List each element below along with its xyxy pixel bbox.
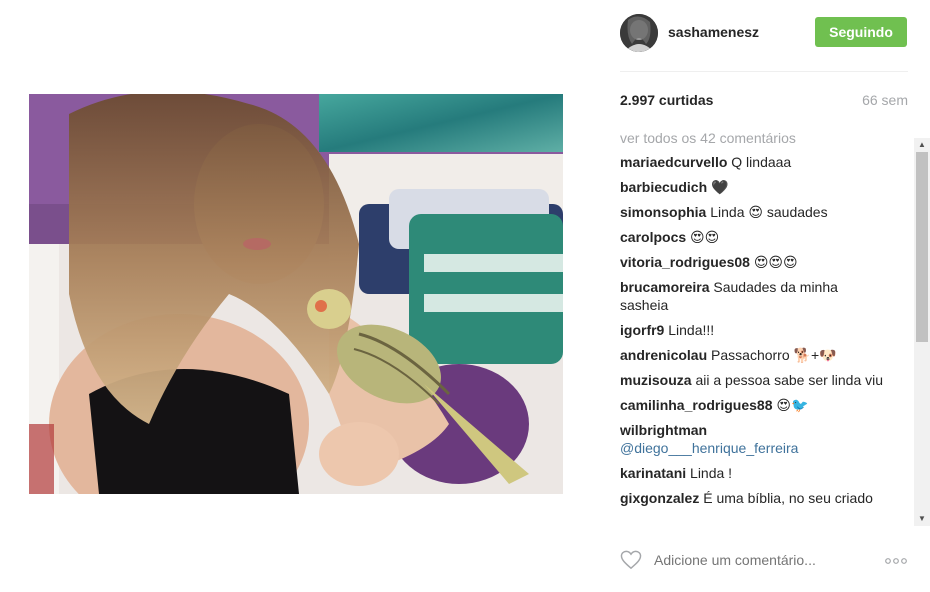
comment-username[interactable]: camilinha_rodrigues88 bbox=[620, 397, 773, 413]
comment-text: Linda 😍 saudades bbox=[710, 204, 828, 220]
comment-text: É uma bíblia, no seu criado bbox=[703, 490, 873, 506]
comment-text: Q lindaaa bbox=[731, 154, 792, 170]
post-timestamp[interactable]: 66 sem bbox=[862, 92, 908, 108]
comment-item: muzisouza aii a pessoa sabe ser linda vi… bbox=[620, 371, 888, 389]
comment-item: simonsophia Linda 😍 saudades bbox=[620, 203, 888, 221]
comment-item: gixgonzalez É uma bíblia, no seu criado bbox=[620, 489, 888, 507]
comment-item: vitoria_rodrigues08 😍😍😍 bbox=[620, 253, 888, 271]
comment-mention[interactable]: @diego___henrique_ferreira bbox=[620, 440, 798, 456]
username-link[interactable]: sashamenesz bbox=[668, 24, 759, 40]
comment-text: Passachorro 🐕+🐶 bbox=[711, 347, 837, 363]
comment-item: karinatani Linda ! bbox=[620, 464, 888, 482]
comment-item: carolpocs 😍😍 bbox=[620, 228, 888, 246]
comment-username[interactable]: barbiecudich bbox=[620, 179, 707, 195]
heart-outline-icon[interactable] bbox=[620, 550, 642, 570]
comment-username[interactable]: mariaedcurvello bbox=[620, 154, 727, 170]
avatar[interactable] bbox=[620, 14, 658, 52]
comment-text: 😍🐦 bbox=[776, 397, 809, 413]
comment-footer bbox=[620, 546, 908, 576]
comments-scrollbar[interactable]: ▲ ▼ bbox=[914, 138, 930, 526]
comments-list: ver todos os 42 comentários mariaedcurve… bbox=[620, 128, 888, 514]
comment-item: igorfr9 Linda!!! bbox=[620, 321, 888, 339]
scroll-down-arrow-icon[interactable]: ▼ bbox=[914, 512, 930, 526]
more-options-icon[interactable] bbox=[884, 553, 908, 569]
comment-item: wilbrightman @diego___henrique_ferreira bbox=[620, 421, 888, 457]
comment-username[interactable]: karinatani bbox=[620, 465, 686, 481]
comment-text: 😍😍 bbox=[690, 229, 720, 245]
comment-username[interactable]: wilbrightman bbox=[620, 422, 707, 438]
comment-text: 😍😍😍 bbox=[753, 254, 798, 270]
scroll-thumb[interactable] bbox=[916, 152, 928, 342]
comment-text: Linda ! bbox=[690, 465, 733, 481]
comment-text: Linda!!! bbox=[668, 322, 715, 338]
comment-text: 🖤 bbox=[711, 179, 729, 195]
scroll-up-arrow-icon[interactable]: ▲ bbox=[914, 138, 930, 152]
comment-username[interactable]: andrenicolau bbox=[620, 347, 707, 363]
comment-username[interactable]: simonsophia bbox=[620, 204, 706, 220]
comment-item: camilinha_rodrigues88 😍🐦 bbox=[620, 396, 888, 414]
comment-item: brucamoreira Saudades da minha sasheia bbox=[620, 278, 888, 314]
comments-section: ver todos os 42 comentários mariaedcurve… bbox=[620, 128, 930, 526]
following-button[interactable]: Seguindo bbox=[815, 17, 907, 47]
comment-item: andrenicolau Passachorro 🐕+🐶 bbox=[620, 346, 888, 364]
comment-username[interactable]: carolpocs bbox=[620, 229, 686, 245]
comment-username[interactable]: vitoria_rodrigues08 bbox=[620, 254, 750, 270]
comment-username[interactable]: muzisouza bbox=[620, 372, 692, 388]
comment-item: barbiecudich 🖤 bbox=[620, 178, 888, 196]
comment-username[interactable]: igorfr9 bbox=[620, 322, 664, 338]
post-side-panel: sashamenesz Seguindo 2.997 curtidas 66 s… bbox=[620, 0, 930, 592]
comment-item: mariaedcurvello Q lindaaa bbox=[620, 153, 888, 171]
post-header: sashamenesz Seguindo bbox=[620, 14, 908, 52]
add-comment-input[interactable] bbox=[654, 552, 854, 568]
post-photo[interactable] bbox=[29, 94, 563, 494]
likes-count[interactable]: 2.997 curtidas bbox=[620, 92, 713, 108]
comment-username[interactable]: brucamoreira bbox=[620, 279, 709, 295]
view-all-comments-link[interactable]: ver todos os 42 comentários bbox=[620, 128, 888, 148]
comment-text: aii a pessoa sabe ser linda viu bbox=[695, 372, 884, 388]
header-divider bbox=[620, 71, 908, 72]
post-stats: 2.997 curtidas 66 sem bbox=[620, 92, 908, 110]
comment-username[interactable]: gixgonzalez bbox=[620, 490, 699, 506]
